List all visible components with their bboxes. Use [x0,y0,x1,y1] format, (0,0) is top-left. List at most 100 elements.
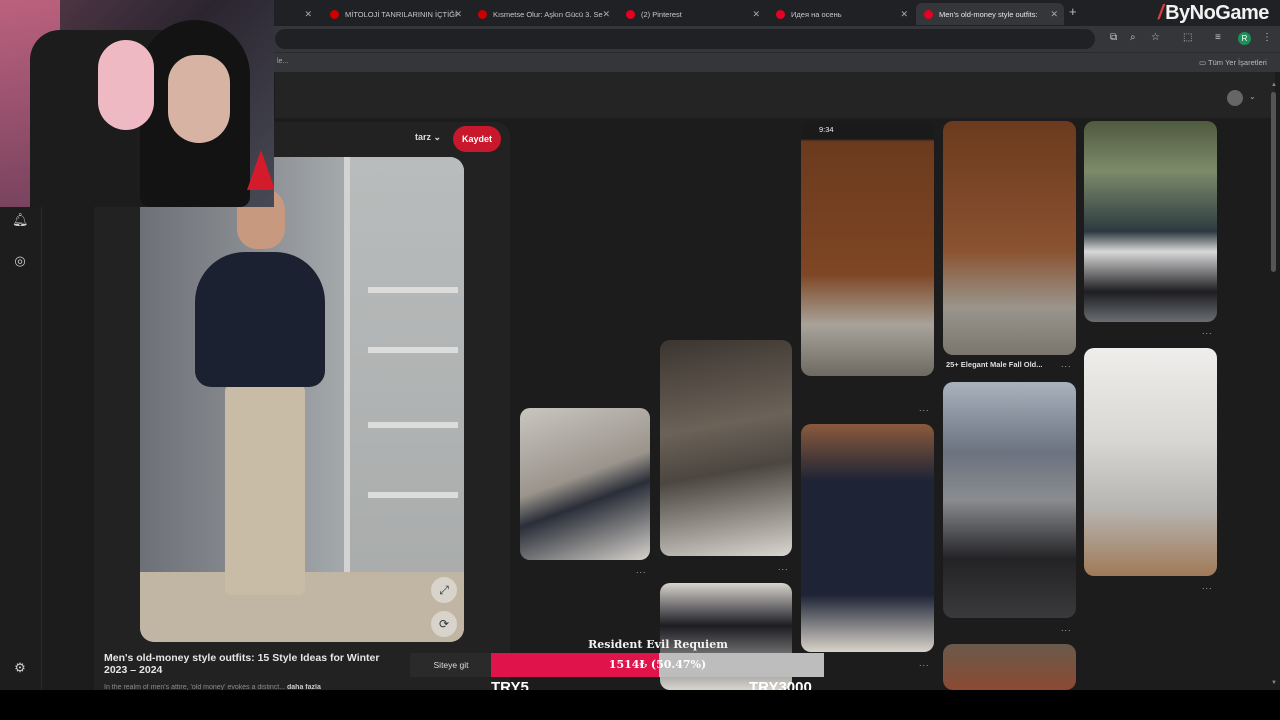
more-options-icon[interactable]: ... [919,403,930,413]
scroll-down-arrow[interactable]: ▼ [1271,680,1277,686]
tab-5-active[interactable]: Men's old-money style outfits: ✕ [916,3,1064,25]
tab-label: Kısmetse Olur: Aşkın Gücü 3. Se [493,9,603,19]
bottom-black-bar [0,690,1280,720]
close-tab-icon[interactable]: ✕ [602,9,610,20]
chevron-down-icon: ⌄ [433,132,442,142]
youtube-icon [478,9,487,19]
avatar[interactable] [1227,90,1243,106]
close-tab-icon[interactable]: ✕ [900,9,908,20]
save-button[interactable]: Kaydet [453,126,501,152]
tab-label: (2) Pinterest [641,9,682,19]
pinterest-icon [924,9,933,19]
pin-image [943,644,1076,690]
shelf-wall [344,157,464,642]
headphones-icon [98,40,154,130]
chevron-down-icon[interactable]: ⌄ [1249,92,1256,101]
close-tab-icon[interactable]: ✕ [1050,9,1058,20]
youtube-icon [330,9,339,19]
pin-image [520,408,650,560]
donation-goal-title: Resident Evil Requiem [588,638,728,651]
donation-progress-text: 1514₺ (50.47%) [608,658,707,671]
tab-4[interactable]: Идея на осень ✕ [768,3,914,25]
cast-icon[interactable]: ⧉ [1110,32,1117,43]
bell-icon[interactable]: 🔔︎ [12,212,29,228]
message-icon[interactable]: ◎ [12,253,28,269]
tab-2[interactable]: Kısmetse Olur: Aşkın Gücü 3. Se ✕ [470,3,616,25]
tab-3[interactable]: (2) Pinterest ✕ [618,3,766,25]
bookmark-star-icon[interactable]: ☆ [1151,32,1160,43]
menu-icon[interactable]: ⋮ [1262,32,1272,43]
zoom-icon[interactable]: ⌕ [1130,32,1136,43]
all-bookmarks-button[interactable]: ▭ Tüm Yer İşaretleri [1199,58,1267,67]
grid-pin-9[interactable] [1084,121,1217,322]
model-trousers [225,385,305,595]
top-header [275,72,1275,118]
brand-logo: / ByNoGame [1158,2,1269,25]
visual-search-icon[interactable]: ⟳ [431,611,457,637]
webcam-overlay [0,0,274,207]
shelf [368,492,458,498]
cam-streamer-face [168,55,230,143]
folder-icon: ▭ [1199,58,1209,67]
settings-icon[interactable]: ⚙ [12,660,28,676]
address-bar[interactable] [275,29,1095,49]
grid-pin-5[interactable] [801,424,934,652]
pin-image [801,424,934,652]
plus-icon[interactable]: + [1069,4,1077,19]
close-tab-icon[interactable]: ✕ [454,9,462,20]
more-options-icon[interactable]: ... [1202,326,1213,336]
pin-image [1084,121,1217,322]
board-select[interactable]: tarz ⌄ [415,132,441,143]
grid-pin-1[interactable] [520,408,650,560]
more-options-icon[interactable]: ... [1061,359,1072,369]
more-options-icon[interactable]: ... [778,562,789,572]
bookmark-item[interactable]: le... [277,58,288,65]
all-bookmarks-label: Tüm Yer İşaretleri [1208,58,1267,67]
shelf [368,422,458,428]
more-options-icon[interactable]: ... [919,658,930,668]
shelf [368,287,458,293]
tab-1[interactable]: MİTOLOJİ TANRILARININ İÇTİĞİ ✕ [322,3,468,25]
pin-image [943,382,1076,618]
pin-image [660,340,792,556]
media-icon[interactable]: ≡ [1215,32,1221,43]
shelf [368,347,458,353]
grid-pin-8[interactable] [943,644,1076,690]
phone-time: 9:34 [819,125,834,134]
extensions-icon[interactable]: ⬚ [1183,32,1192,43]
brand-name: ByNoGame [1165,2,1269,24]
tab-label: MİTOLOJİ TANRILARININ İÇTİĞİ [345,9,458,19]
scrollbar[interactable] [1271,92,1276,272]
more-options-icon[interactable]: ... [636,565,647,575]
expand-icon[interactable]: ⤢ [431,577,457,603]
close-tab-icon[interactable]: ✕ [752,9,760,20]
pin-title: Men's old-money style outfits: 15 Style … [104,652,380,676]
pin-image [943,121,1076,355]
grid-pin-6[interactable] [943,121,1076,355]
more-options-icon[interactable]: ... [1061,623,1072,633]
grid-pin-7[interactable] [943,382,1076,618]
pin-image [1084,348,1217,576]
tab-label: Идея на осень [791,9,842,19]
party-hat-icon [247,150,274,190]
tab-0[interactable]: ✕ [276,3,318,25]
pinterest-icon [776,9,785,19]
pin-image [801,121,934,376]
donation-progress-bar: 1514₺ (50.47%) [491,653,824,677]
more-options-icon[interactable]: ... [1202,581,1213,591]
go-to-site-button[interactable]: Siteye git [410,653,492,677]
board-select-label: tarz [415,132,432,142]
profile-avatar[interactable]: R [1238,32,1251,45]
grid-pin-10[interactable] [1084,348,1217,576]
stream-screen: ✕ MİTOLOJİ TANRILARININ İÇTİĞİ ✕ Kısmets… [0,0,1280,720]
main-pin-image[interactable]: ⤢ ⟳ [140,157,464,642]
scroll-up-arrow[interactable]: ▲ [1271,82,1277,88]
grid-pin-4[interactable]: 9:34 [801,121,934,376]
close-tab-icon[interactable]: ✕ [304,9,312,20]
pin-caption[interactable]: 25+ Elegant Male Fall Old... [946,360,1043,369]
model-sweater [195,252,325,387]
grid-pin-2[interactable] [660,340,792,556]
pinterest-icon [626,9,635,19]
brand-slash-icon: / [1158,2,1164,24]
tab-label: Men's old-money style outfits: [939,9,1038,19]
